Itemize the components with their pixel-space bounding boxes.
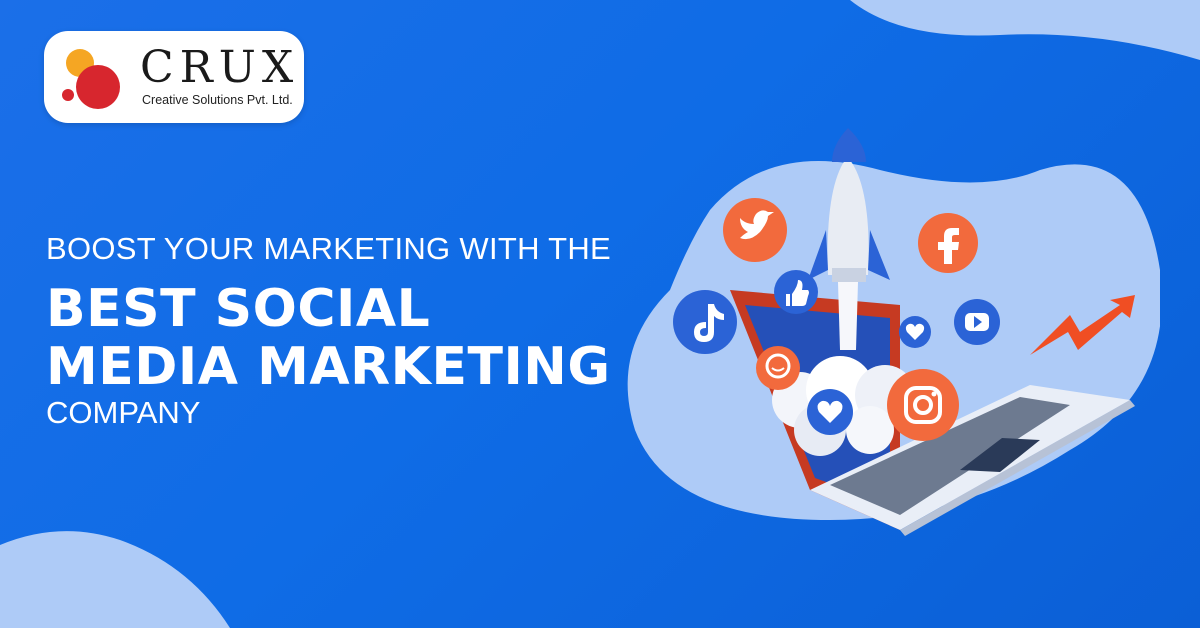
tiktok-icon xyxy=(673,290,737,354)
headline-line-1: BOOST YOUR MARKETING WITH THE xyxy=(46,231,612,266)
facebook-icon xyxy=(918,213,978,273)
bottom-left-blob xyxy=(0,531,230,628)
logo-dots-icon xyxy=(62,49,120,109)
brand-name: CRUX xyxy=(140,42,300,93)
heart-icon xyxy=(807,389,853,435)
social-media-illustration xyxy=(627,128,1160,536)
like-icon xyxy=(774,270,818,314)
heart-icon-small xyxy=(899,316,931,348)
headline-line-2: BEST SOCIAL xyxy=(46,279,431,339)
twitter-icon xyxy=(723,198,787,262)
headline-line-4: COMPANY xyxy=(46,395,201,430)
headline-line-3: MEDIA MARKETING xyxy=(46,337,611,397)
instagram-icon xyxy=(887,369,959,441)
youtube-icon xyxy=(954,299,1000,345)
headline: BOOST YOUR MARKETING WITH THE BEST SOCIA… xyxy=(46,230,611,430)
chat-icon xyxy=(756,346,800,390)
brand-logo: CRUX Creative Solutions Pvt. Ltd. xyxy=(44,31,304,123)
top-right-blob xyxy=(850,0,1200,60)
brand-tagline: Creative Solutions Pvt. Ltd. xyxy=(142,93,293,107)
